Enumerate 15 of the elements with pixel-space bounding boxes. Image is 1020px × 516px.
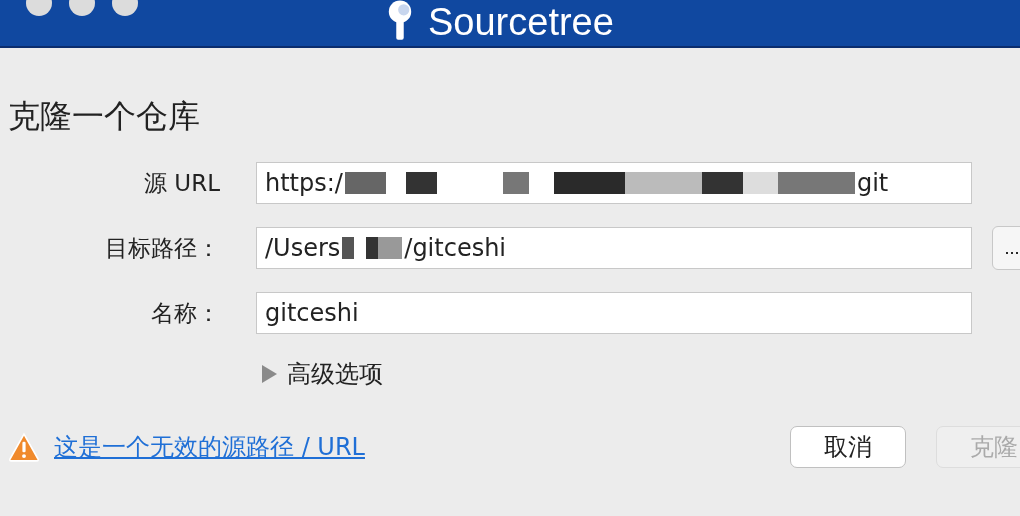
input-field[interactable]: /Users /gitceshi: [256, 227, 972, 269]
field-label: 目标路径：: [104, 233, 221, 263]
window-title: Sourcetree: [428, 2, 614, 42]
browse-button[interactable]: ...: [992, 226, 1020, 270]
disclosure-triangle-icon[interactable]: [262, 365, 277, 383]
cancel-button[interactable]: 取消: [790, 426, 906, 468]
dialog-heading: 克隆一个仓库: [8, 96, 201, 136]
warning-icon: [8, 432, 40, 462]
input-field[interactable]: gitceshi: [256, 292, 972, 334]
advanced-options-label[interactable]: 高级选项: [287, 358, 383, 390]
input-field[interactable]: https:/ git: [256, 162, 972, 204]
logo-icon: [386, 0, 414, 42]
warning-link[interactable]: 这是一个无效的源路径 / URL: [54, 431, 365, 463]
field-label: 名称：: [150, 298, 221, 328]
field-label: 源 URL: [143, 168, 221, 198]
